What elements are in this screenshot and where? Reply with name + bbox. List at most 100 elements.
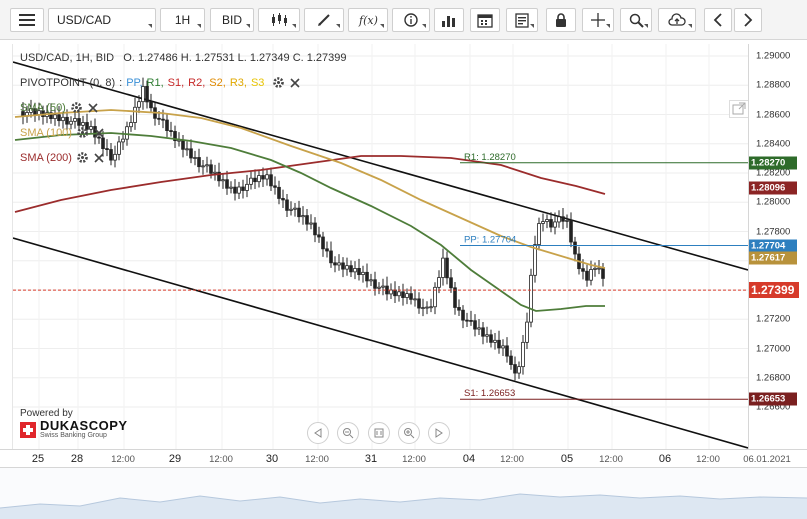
gear-icon[interactable] — [272, 76, 285, 89]
calendar-button[interactable] — [470, 8, 500, 32]
candle-body — [261, 175, 265, 180]
candle-body — [413, 298, 417, 301]
pivot-item: R2, — [188, 76, 206, 89]
price-tick-label: 1.27200 — [756, 313, 791, 325]
sma200-line — [14, 155, 606, 213]
timeframe-select[interactable]: 1H — [160, 8, 205, 32]
candle-body — [133, 106, 137, 123]
gear-icon[interactable] — [70, 101, 83, 114]
candle-body — [53, 114, 57, 119]
time-tick-label: 25 — [31, 453, 45, 465]
menu-button[interactable] — [10, 8, 44, 32]
candle-body — [561, 216, 565, 222]
dropdown-caret-icon — [530, 24, 534, 28]
candle-body — [61, 116, 65, 122]
gear-icon[interactable] — [76, 151, 89, 164]
price-marker-label: 1.26653 — [749, 392, 797, 406]
logo-sub: Swiss Banking Group — [40, 432, 107, 439]
lock-icon — [556, 12, 566, 27]
zoom-out-icon — [343, 428, 354, 439]
close-icon[interactable] — [93, 127, 105, 139]
r1-line-label: R1: 1.28270 — [464, 152, 516, 163]
candle-body — [337, 262, 341, 266]
ohlc-readout: USD/CAD, 1H, BID O. 1.27486 H. 1.27531 L… — [20, 52, 347, 64]
upload-button[interactable] — [658, 8, 696, 32]
candle-body — [157, 117, 161, 120]
template-button[interactable] — [506, 8, 538, 32]
upper-trendline — [13, 61, 748, 271]
price-marker-label: 1.28270 — [749, 156, 797, 170]
candle-body — [509, 355, 513, 365]
price-marker-label: 1.27399 — [749, 282, 799, 299]
candle-body — [357, 268, 361, 276]
candle-body — [369, 279, 373, 282]
candle-body — [565, 219, 569, 222]
zoom-button[interactable] — [620, 8, 652, 32]
sma100-legend: SMA (100) — [20, 126, 105, 139]
drawing-tools-button[interactable] — [304, 8, 344, 32]
crosshair-button[interactable] — [582, 8, 614, 32]
dukascopy-logo: DUKASCOPY Swiss Banking Group — [20, 418, 128, 440]
svg-text:f(x): f(x) — [358, 14, 378, 27]
logo-name: DUKASCOPY — [40, 418, 128, 433]
zoom-in-button[interactable] — [398, 422, 420, 444]
scroll-right-button[interactable] — [734, 8, 762, 32]
bar-chart-icon — [442, 16, 455, 27]
zoom-in-icon — [404, 428, 415, 439]
pivot-legend: PIVOTPOINT (0, 8) : PP, R1, S1, R2, S2, R3, S3 — [20, 76, 301, 89]
candle-body — [557, 216, 561, 223]
dropdown-caret-icon — [292, 24, 296, 28]
dropdown-caret-icon — [336, 24, 340, 28]
candle-body — [253, 177, 257, 183]
time-tick-label: 12:00 — [209, 454, 233, 465]
candle-body — [121, 138, 125, 143]
candle-body — [421, 307, 425, 309]
indicators-button[interactable]: f(x) — [348, 8, 388, 32]
close-icon[interactable] — [87, 102, 99, 114]
expand-button[interactable] — [729, 100, 749, 118]
pan-right-button[interactable] — [428, 422, 450, 444]
price-tick-label: 1.28800 — [756, 79, 791, 91]
navigator-area[interactable] — [0, 468, 807, 519]
close-icon[interactable] — [289, 77, 301, 89]
chart-type-button[interactable] — [258, 8, 300, 32]
pivot-name: PIVOTPOINT (0, 8) — [20, 76, 116, 89]
candle-body — [257, 175, 261, 183]
navigator-overview[interactable] — [0, 467, 807, 519]
gear-icon[interactable] — [76, 126, 89, 139]
candle-body — [441, 257, 445, 278]
candle-body — [473, 320, 477, 330]
close-icon[interactable] — [93, 152, 105, 164]
candle-body — [109, 149, 113, 161]
time-axis[interactable]: 25 28 12:00 29 12:00 30 12:00 31 12:00 04 12:00 05 1… — [0, 449, 807, 467]
candle-body — [429, 306, 433, 309]
candle-body — [541, 221, 545, 224]
candle-body — [417, 298, 421, 309]
candle-body — [185, 148, 189, 151]
price-chart[interactable]: R1: 1.28270 PP: 1.27704 S1: 1.26653 — [13, 44, 748, 449]
scroll-left-button[interactable] — [704, 8, 732, 32]
price-side-select[interactable]: BID — [210, 8, 254, 32]
sma100-label: SMA (100) — [20, 126, 72, 139]
volume-button[interactable] — [434, 8, 464, 32]
dropdown-caret-icon — [606, 24, 610, 28]
chart-area[interactable]: R1: 1.28270 PP: 1.27704 S1: 1.26653 — [12, 44, 749, 449]
lock-button[interactable] — [546, 8, 576, 32]
pan-left-button[interactable] — [307, 422, 329, 444]
document-icon — [515, 12, 529, 28]
candle-body — [321, 236, 325, 250]
instrument-select[interactable]: USD/CAD — [48, 8, 156, 32]
candle-body — [165, 119, 169, 131]
time-tick-label: 12:00 — [402, 454, 426, 465]
candle-body — [437, 277, 441, 288]
reset-view-button[interactable] — [368, 422, 390, 444]
candle-body — [249, 177, 253, 185]
calendar-icon — [477, 13, 493, 28]
time-tick-label: 30 — [265, 453, 279, 465]
info-button[interactable] — [392, 8, 430, 32]
s1-line-label: S1: 1.26653 — [464, 388, 515, 399]
sma200-legend: SMA (200) — [20, 151, 105, 164]
candle-body — [393, 289, 397, 297]
zoom-out-button[interactable] — [337, 422, 359, 444]
price-axis[interactable]: 1.29000 1.28800 1.28600 1.28400 1.28200 1.280… — [748, 44, 807, 449]
